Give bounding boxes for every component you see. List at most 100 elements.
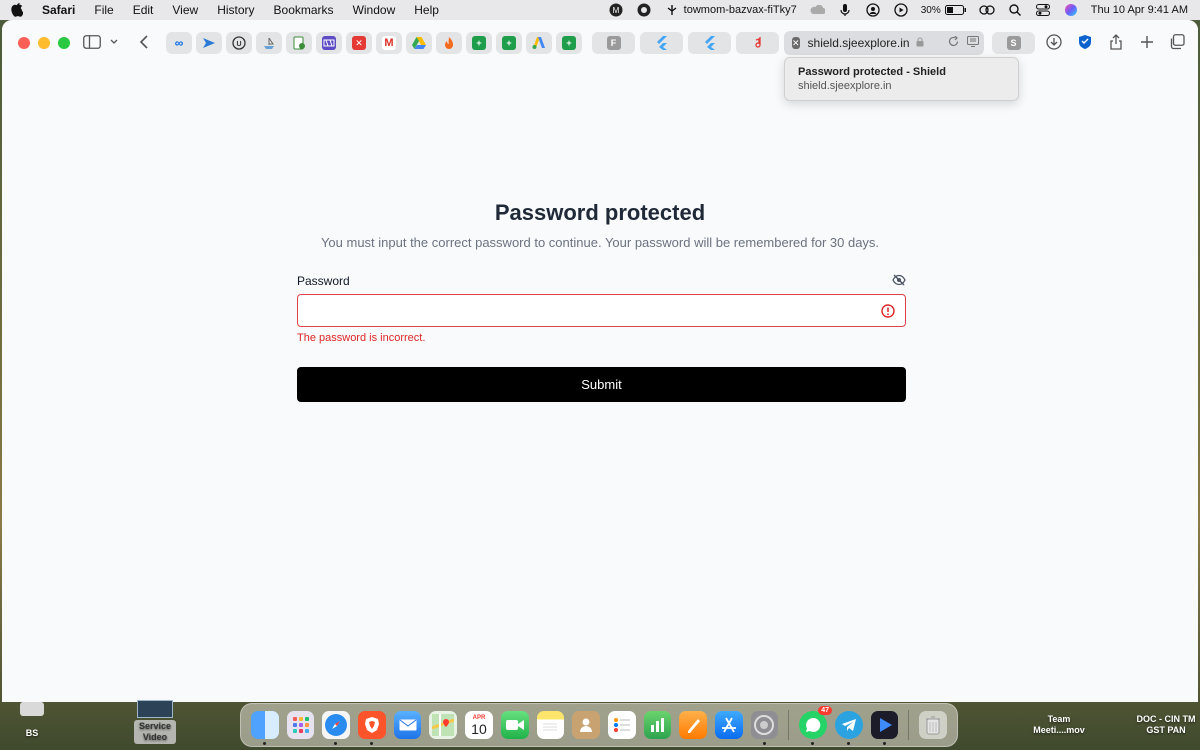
lock-icon — [916, 37, 924, 50]
fire-favicon[interactable] — [436, 32, 462, 54]
svg-text:U: U — [236, 41, 241, 48]
tab-f[interactable]: F — [592, 32, 635, 54]
window-close-button[interactable] — [18, 37, 30, 49]
dock-numbers-icon[interactable] — [643, 711, 672, 739]
google-ads-favicon[interactable] — [526, 32, 552, 54]
u-circle-favicon[interactable]: U — [226, 32, 252, 54]
coffee-drive-icon — [20, 702, 44, 716]
menu-help[interactable]: Help — [414, 3, 439, 17]
dock-calendar-icon[interactable]: APR 10 — [465, 711, 493, 739]
menu-bar: Safari File Edit View History Bookmarks … — [0, 0, 1200, 20]
dock-whatsapp-icon[interactable]: 47 — [799, 706, 832, 745]
dock-system-settings-icon[interactable] — [750, 711, 779, 745]
red-app-favicon[interactable]: ✕ — [346, 32, 372, 54]
dock-separator — [788, 710, 790, 740]
error-icon — [881, 304, 895, 318]
safari-toolbar: ∞ U ✕ M + + + F ✕ shield.sjeexplore.in S — [2, 20, 1198, 64]
sheets-favicon-3[interactable]: + — [556, 32, 582, 54]
window-controls — [18, 37, 70, 49]
password-label: Password — [297, 274, 350, 288]
menu-history[interactable]: History — [217, 3, 254, 17]
page-subtitle: You must input the correct password to c… — [320, 235, 880, 250]
link-icon[interactable] — [979, 3, 995, 17]
dock-pages-icon[interactable] — [679, 711, 707, 739]
desktop-item-team-meeting[interactable]: Team Meeti....mov — [1028, 714, 1090, 736]
tab-active-shield[interactable]: ✕ shield.sjeexplore.in — [784, 31, 984, 55]
desktop-item-service-video[interactable]: Service Video — [134, 700, 176, 744]
tab-overview-icon[interactable] — [1168, 33, 1186, 51]
apple-menu-icon[interactable] — [10, 3, 24, 17]
window-zoom-button[interactable] — [58, 37, 70, 49]
dock-telegram-icon[interactable] — [834, 711, 863, 745]
reload-icon[interactable] — [948, 35, 959, 50]
proxy-icon[interactable] — [664, 3, 680, 17]
google-drive-favicon[interactable] — [406, 32, 432, 54]
tab-flutter-2[interactable] — [688, 32, 731, 54]
dock-contacts-icon[interactable] — [572, 711, 600, 739]
submit-button[interactable]: Submit — [297, 367, 906, 402]
dock-launchpad-icon[interactable] — [286, 711, 315, 739]
user-circle-icon[interactable] — [865, 3, 881, 17]
sheets-favicon-2[interactable]: + — [496, 32, 522, 54]
desktop-item-doc[interactable]: DOC - CIN TM GST PAN — [1134, 714, 1198, 736]
send-favicon[interactable] — [196, 32, 222, 54]
dock-separator-2 — [908, 710, 910, 740]
desktop-item-service-video-label: Service Video — [134, 720, 176, 744]
address-url[interactable]: shield.sjeexplore.in — [808, 36, 910, 50]
tab-music[interactable] — [736, 32, 779, 54]
ship-favicon[interactable] — [256, 32, 282, 54]
search-icon[interactable] — [1007, 3, 1023, 17]
new-tab-icon[interactable] — [1138, 33, 1156, 51]
password-input[interactable] — [297, 294, 906, 327]
m-app-icon[interactable]: M — [608, 3, 624, 17]
doc-favicon[interactable] — [286, 32, 312, 54]
play-circle-icon[interactable] — [893, 3, 909, 17]
menu-bookmarks[interactable]: Bookmarks — [274, 3, 334, 17]
whatsapp-badge: 47 — [818, 706, 832, 715]
battery-icon[interactable] — [944, 3, 967, 17]
siri-icon[interactable] — [1063, 3, 1079, 17]
dock-app-store-icon[interactable] — [714, 711, 743, 739]
back-button[interactable] — [135, 33, 153, 51]
menu-edit[interactable]: Edit — [133, 3, 154, 17]
tab-tooltip: Password protected - Shield shield.sjeex… — [784, 57, 1019, 101]
dock-trash-icon[interactable] — [919, 711, 948, 739]
menu-app-name[interactable]: Safari — [42, 3, 75, 17]
menu-file[interactable]: File — [94, 3, 113, 17]
desktop-item-bs[interactable]: BS — [14, 702, 50, 738]
sidebar-toggle-icon[interactable] — [83, 33, 101, 51]
downloads-icon[interactable] — [1045, 33, 1063, 51]
battery-percent: 30% — [920, 4, 941, 16]
chevron-down-icon[interactable] — [108, 33, 120, 51]
menu-view[interactable]: View — [172, 3, 198, 17]
dock-mail-icon[interactable] — [393, 711, 422, 739]
reader-mode-icon[interactable] — [966, 36, 979, 50]
dock-safari-icon[interactable] — [322, 711, 351, 745]
sheets-favicon-1[interactable]: + — [466, 32, 492, 54]
share-icon[interactable] — [1107, 33, 1125, 51]
tab-close-icon[interactable]: ✕ — [792, 37, 800, 49]
tab-s[interactable]: S — [992, 32, 1035, 54]
dock-finder-icon[interactable] — [251, 711, 279, 745]
window-minimize-button[interactable] — [38, 37, 50, 49]
meta-favicon[interactable]: ∞ — [166, 32, 192, 54]
dock-media-player-icon[interactable] — [870, 711, 899, 745]
gmail-favicon[interactable]: M — [376, 32, 402, 54]
tab-flutter-1[interactable] — [640, 32, 683, 54]
proxy-label[interactable]: towmom-bazvax-fiTky7 — [684, 4, 797, 16]
extension-shield-icon[interactable] — [1076, 33, 1094, 51]
dock-notes-icon[interactable] — [536, 711, 565, 739]
eye-slash-icon[interactable] — [892, 273, 906, 287]
tooltip-subtitle: shield.sjeexplore.in — [798, 80, 892, 92]
control-center-icon[interactable] — [1035, 3, 1051, 17]
dock-facetime-icon[interactable] — [500, 711, 529, 739]
menu-window[interactable]: Window — [353, 3, 396, 17]
cloud-icon[interactable] — [809, 3, 825, 17]
mic-icon[interactable] — [837, 3, 853, 17]
dock-maps-icon[interactable] — [429, 711, 458, 739]
dock-reminders-icon[interactable] — [607, 711, 636, 739]
mega-icon[interactable] — [636, 3, 652, 17]
video-favicon[interactable] — [316, 32, 342, 54]
menu-clock[interactable]: Thu 10 Apr 9:41 AM — [1091, 4, 1188, 16]
dock-brave-icon[interactable] — [358, 711, 386, 745]
